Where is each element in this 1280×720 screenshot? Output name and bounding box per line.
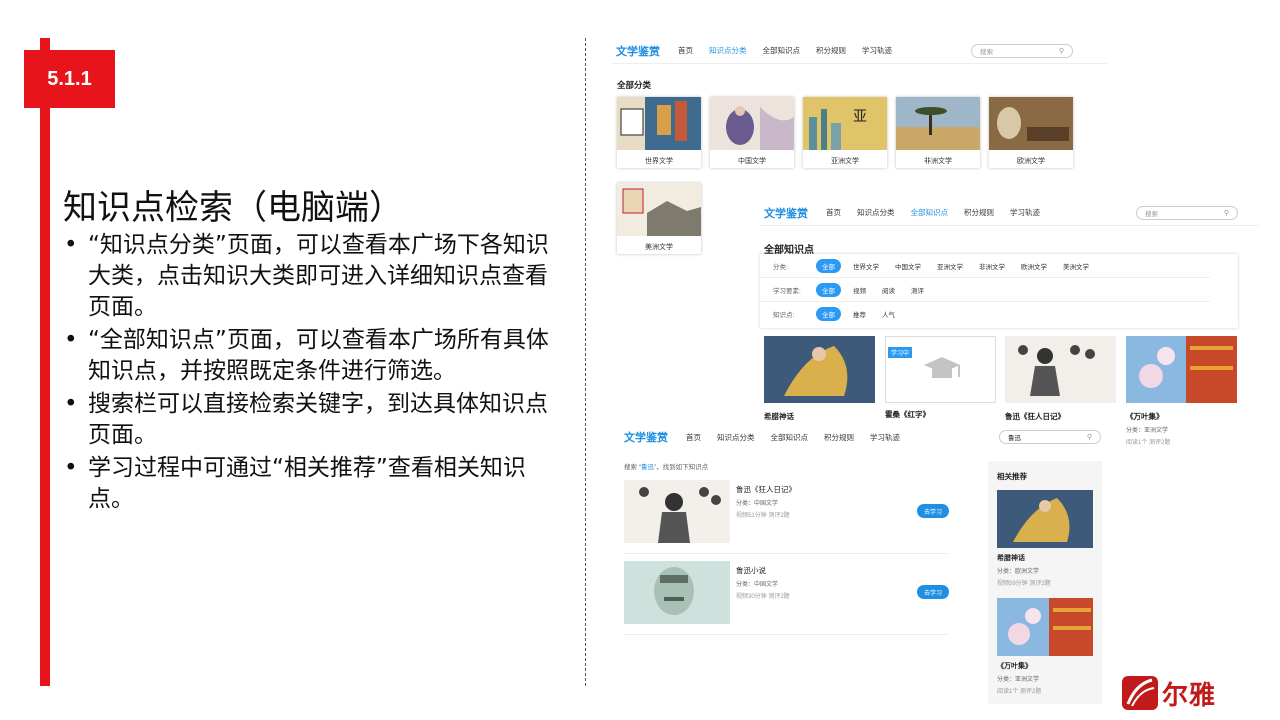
accent-bar bbox=[40, 38, 50, 686]
related-recommend-panel: 相关推荐 希腊神话 分类：欧洲文学 视频59分钟 测评2题 《万叶集》 分类：亚… bbox=[988, 461, 1102, 704]
category-image bbox=[617, 97, 701, 150]
search-results-screen: 文学鉴赏 首页 知识点分类 全部知识点 积分规则 学习轨迹 鲁迅 ⚲ 搜索 “鲁迅… bbox=[612, 424, 1109, 704]
filter-option[interactable]: 视频 bbox=[853, 285, 866, 295]
filter-option[interactable]: 中国文学 bbox=[895, 261, 921, 271]
top-nav: 文学鉴赏 首页 知识点分类 全部知识点 积分规则 学习轨迹 搜索 ⚲ bbox=[612, 38, 1107, 64]
bullet-item: 搜索栏可以直接检索关键字，到达具体知识点页面。 bbox=[62, 389, 562, 451]
filter-option[interactable]: 人气 bbox=[882, 309, 895, 319]
filter-row-element: 学习要素: 全部 视频 阅读 测评 bbox=[760, 278, 1210, 302]
search-icon[interactable]: ⚲ bbox=[1087, 433, 1092, 441]
learning-tag: 学习中 bbox=[888, 347, 913, 358]
category-image bbox=[989, 97, 1073, 150]
nav-categories[interactable]: 知识点分类 bbox=[709, 45, 747, 56]
result-image bbox=[624, 561, 730, 624]
nav-home[interactable]: 首页 bbox=[826, 207, 841, 218]
category-card-asia[interactable]: 亚 亚洲文学 bbox=[803, 97, 887, 168]
section-title: 全部分类 bbox=[617, 80, 652, 90]
top-nav: 文学鉴赏 首页 知识点分类 全部知识点 积分规则 学习轨迹 搜索 ⚲ bbox=[760, 200, 1258, 226]
category-image bbox=[710, 97, 794, 150]
recommend-image[interactable] bbox=[997, 490, 1093, 548]
nav-all-points[interactable]: 全部知识点 bbox=[763, 45, 801, 56]
filter-option[interactable]: 推荐 bbox=[853, 309, 866, 319]
bullet-item: “知识点分类”页面，可以查看本广场下各知识大类，点击知识大类即可进入详细知识点查… bbox=[62, 230, 562, 323]
nav-all-points[interactable]: 全部知识点 bbox=[771, 432, 809, 443]
filter-option[interactable]: 欧洲文学 bbox=[1021, 261, 1047, 271]
knowledge-card[interactable]: 鲁迅《狂人日记》 bbox=[1005, 336, 1116, 422]
brand-logo[interactable]: 文学鉴赏 bbox=[616, 43, 660, 59]
filter-row-category: 分类: 全部 世界文学 中国文学 亚洲文学 非洲文学 欧洲文学 美洲文学 bbox=[760, 254, 1210, 278]
search-icon[interactable]: ⚲ bbox=[1059, 47, 1064, 55]
category-image: 亚 bbox=[803, 97, 887, 150]
category-image bbox=[617, 183, 701, 236]
filter-option[interactable]: 美洲文学 bbox=[1063, 261, 1089, 271]
brand-logo[interactable]: 文学鉴赏 bbox=[624, 429, 668, 445]
bullet-item: 学习过程中可通过“相关推荐”查看相关知识点。 bbox=[62, 453, 562, 515]
filter-panel: 分类: 全部 世界文学 中国文学 亚洲文学 非洲文学 欧洲文学 美洲文学 学习要… bbox=[760, 254, 1238, 328]
category-image bbox=[896, 97, 980, 150]
filter-option[interactable]: 全部 bbox=[816, 258, 841, 273]
nav-all-points[interactable]: 全部知识点 bbox=[911, 207, 949, 218]
knowledge-card[interactable]: 希腊神话 bbox=[764, 336, 875, 422]
svg-text:亚: 亚 bbox=[853, 109, 867, 125]
recommend-title: 相关推荐 bbox=[997, 472, 1027, 481]
filter-option[interactable]: 阅读 bbox=[882, 285, 895, 295]
start-learning-button[interactable]: 去学习 bbox=[917, 585, 949, 599]
search-input[interactable]: 搜索 ⚲ bbox=[971, 43, 1073, 58]
filter-option[interactable]: 测评 bbox=[911, 285, 924, 295]
card-image: 学习中 bbox=[885, 336, 996, 403]
recommend-image[interactable] bbox=[997, 598, 1093, 656]
filter-option[interactable]: 亚洲文学 bbox=[937, 261, 963, 271]
card-image bbox=[764, 336, 875, 403]
category-card-america[interactable]: 美洲文学 bbox=[617, 183, 701, 254]
search-icon[interactable]: ⚲ bbox=[1224, 209, 1229, 217]
search-result-item[interactable]: 鲁迅小说 分类：中国文学 视频30分钟 测评2题 去学习 bbox=[624, 561, 949, 635]
search-result-item[interactable]: 鲁迅《狂人日记》 分类：中国文学 视频51分钟 测评2题 去学习 bbox=[624, 480, 949, 554]
nav-learning-track[interactable]: 学习轨迹 bbox=[862, 45, 892, 56]
category-card-china[interactable]: 中国文学 bbox=[710, 97, 794, 168]
nav-points-rules[interactable]: 积分规则 bbox=[824, 432, 854, 443]
start-learning-button[interactable]: 去学习 bbox=[917, 504, 949, 518]
brand-logo-corner: 尔雅 bbox=[1122, 674, 1216, 712]
bullet-list: “知识点分类”页面，可以查看本广场下各知识大类，点击知识大类即可进入详细知识点查… bbox=[62, 230, 562, 517]
nav-points-rules[interactable]: 积分规则 bbox=[964, 207, 994, 218]
top-nav: 文学鉴赏 首页 知识点分类 全部知识点 积分规则 学习轨迹 鲁迅 ⚲ bbox=[612, 424, 1109, 450]
filter-option[interactable]: 世界文学 bbox=[853, 261, 879, 271]
brand-logo[interactable]: 文学鉴赏 bbox=[764, 205, 808, 221]
erya-logo-icon bbox=[1122, 676, 1158, 710]
nav-categories[interactable]: 知识点分类 bbox=[857, 207, 895, 218]
category-card-europe[interactable]: 欧洲文学 bbox=[989, 97, 1073, 168]
slide-title: 知识点检索（电脑端） bbox=[63, 188, 403, 228]
nav-categories[interactable]: 知识点分类 bbox=[717, 432, 755, 443]
nav-learning-track[interactable]: 学习轨迹 bbox=[1010, 207, 1040, 218]
card-image bbox=[1005, 336, 1116, 403]
result-image bbox=[624, 480, 730, 543]
filter-option[interactable]: 全部 bbox=[816, 282, 841, 297]
nav-home[interactable]: 首页 bbox=[686, 432, 701, 443]
nav-points-rules[interactable]: 积分规则 bbox=[816, 45, 846, 56]
knowledge-card[interactable]: 《万叶集》 分类：亚洲文学 阅读1个 测评2题 bbox=[1126, 336, 1237, 446]
search-input[interactable]: 搜索 ⚲ bbox=[1136, 205, 1238, 220]
section-number-badge: 5.1.1 bbox=[24, 50, 115, 108]
nav-home[interactable]: 首页 bbox=[678, 45, 693, 56]
logo-text: 尔雅 bbox=[1162, 680, 1217, 711]
category-card-africa[interactable]: 非洲文学 bbox=[896, 97, 980, 168]
filter-row-point: 知识点: 全部 推荐 人气 bbox=[760, 302, 1210, 326]
search-input[interactable]: 鲁迅 ⚲ bbox=[999, 430, 1101, 444]
search-hint: 搜索 “鲁迅”，找到如下知识点 bbox=[624, 464, 709, 471]
category-card-world[interactable]: 世界文学 bbox=[617, 97, 701, 168]
card-image bbox=[1126, 336, 1237, 403]
all-points-screen: 文学鉴赏 首页 知识点分类 全部知识点 积分规则 学习轨迹 搜索 ⚲ 全部知识点 … bbox=[760, 200, 1258, 446]
bullet-item: “全部知识点”页面，可以查看本广场所有具体知识点，并按照既定条件进行筛选。 bbox=[62, 325, 562, 387]
dashed-divider bbox=[585, 38, 586, 686]
filter-option[interactable]: 非洲文学 bbox=[979, 261, 1005, 271]
knowledge-card[interactable]: 学习中 霍桑《红字》 bbox=[885, 336, 996, 420]
nav-learning-track[interactable]: 学习轨迹 bbox=[870, 432, 900, 443]
filter-option[interactable]: 全部 bbox=[816, 307, 841, 321]
